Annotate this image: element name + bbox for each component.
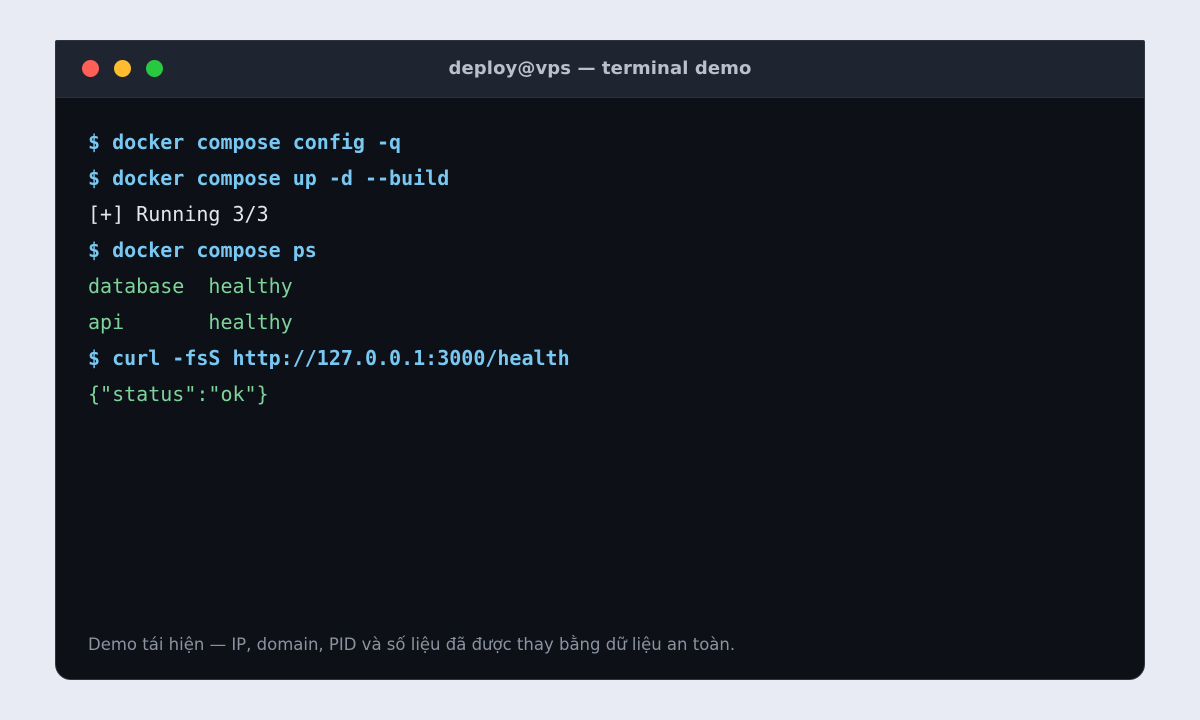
title-bar[interactable]: deploy@vps — terminal demo — [56, 41, 1144, 98]
command-line-curl-health: $ curl -fsS http://127.0.0.1:3000/health — [88, 346, 570, 370]
terminal-window: deploy@vps — terminal demo $ docker comp… — [55, 40, 1145, 680]
terminal-output[interactable]: $ docker compose config -q $ docker comp… — [88, 124, 1124, 412]
output-line-health-status: {"status":"ok"} — [88, 382, 269, 406]
output-line-running: [+] Running 3/3 — [88, 202, 269, 226]
command-line-compose-ps: $ docker compose ps — [88, 238, 317, 262]
command-line-compose-up: $ docker compose up -d --build — [88, 166, 450, 190]
command-line-compose-config: $ docker compose config -q — [88, 130, 402, 154]
status-line-api: api healthy — [88, 310, 293, 334]
footer-note: Demo tái hiện — IP, domain, PID và số li… — [88, 635, 736, 654]
window-title: deploy@vps — terminal demo — [448, 58, 752, 79]
status-line-database: database healthy — [88, 274, 293, 298]
